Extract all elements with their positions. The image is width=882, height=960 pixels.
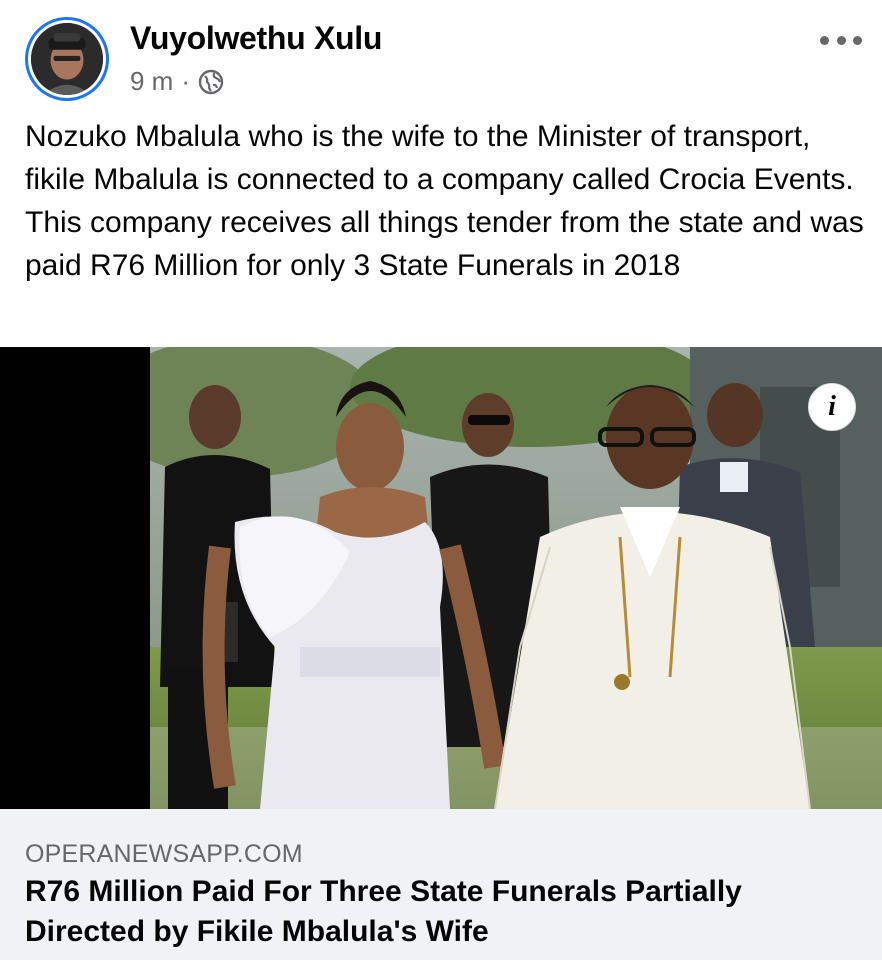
more-dot [836,35,846,45]
link-preview-card[interactable]: OPERANEWSAPP.COM R76 Million Paid For Th… [0,809,882,960]
avatar-image [31,23,103,95]
photo-scene [150,347,882,809]
link-preview-image[interactable]: i [0,347,882,809]
post-meta: 9 m · [130,66,224,97]
people-photo [150,347,882,809]
info-icon[interactable]: i [808,383,856,431]
avatar[interactable] [25,17,109,101]
avatar-photo-icon [31,23,103,95]
meta-separator: · [181,66,191,96]
link-headline[interactable]: R76 Million Paid For Three State Funeral… [25,872,865,952]
avatar-frame [28,20,106,98]
globe-icon[interactable] [198,69,224,95]
post-timestamp[interactable]: 9 m [130,66,173,97]
author-name[interactable]: Vuyolwethu Xulu [130,20,382,57]
link-domain: OPERANEWSAPP.COM [25,840,303,868]
post-header: Vuyolwethu Xulu 9 m · [0,0,882,112]
post-text: Nozuko Mbalula who is the wife to the Mi… [25,120,864,282]
more-options-icon[interactable] [820,28,862,52]
more-dot [853,35,862,45]
more-dot [820,35,829,45]
